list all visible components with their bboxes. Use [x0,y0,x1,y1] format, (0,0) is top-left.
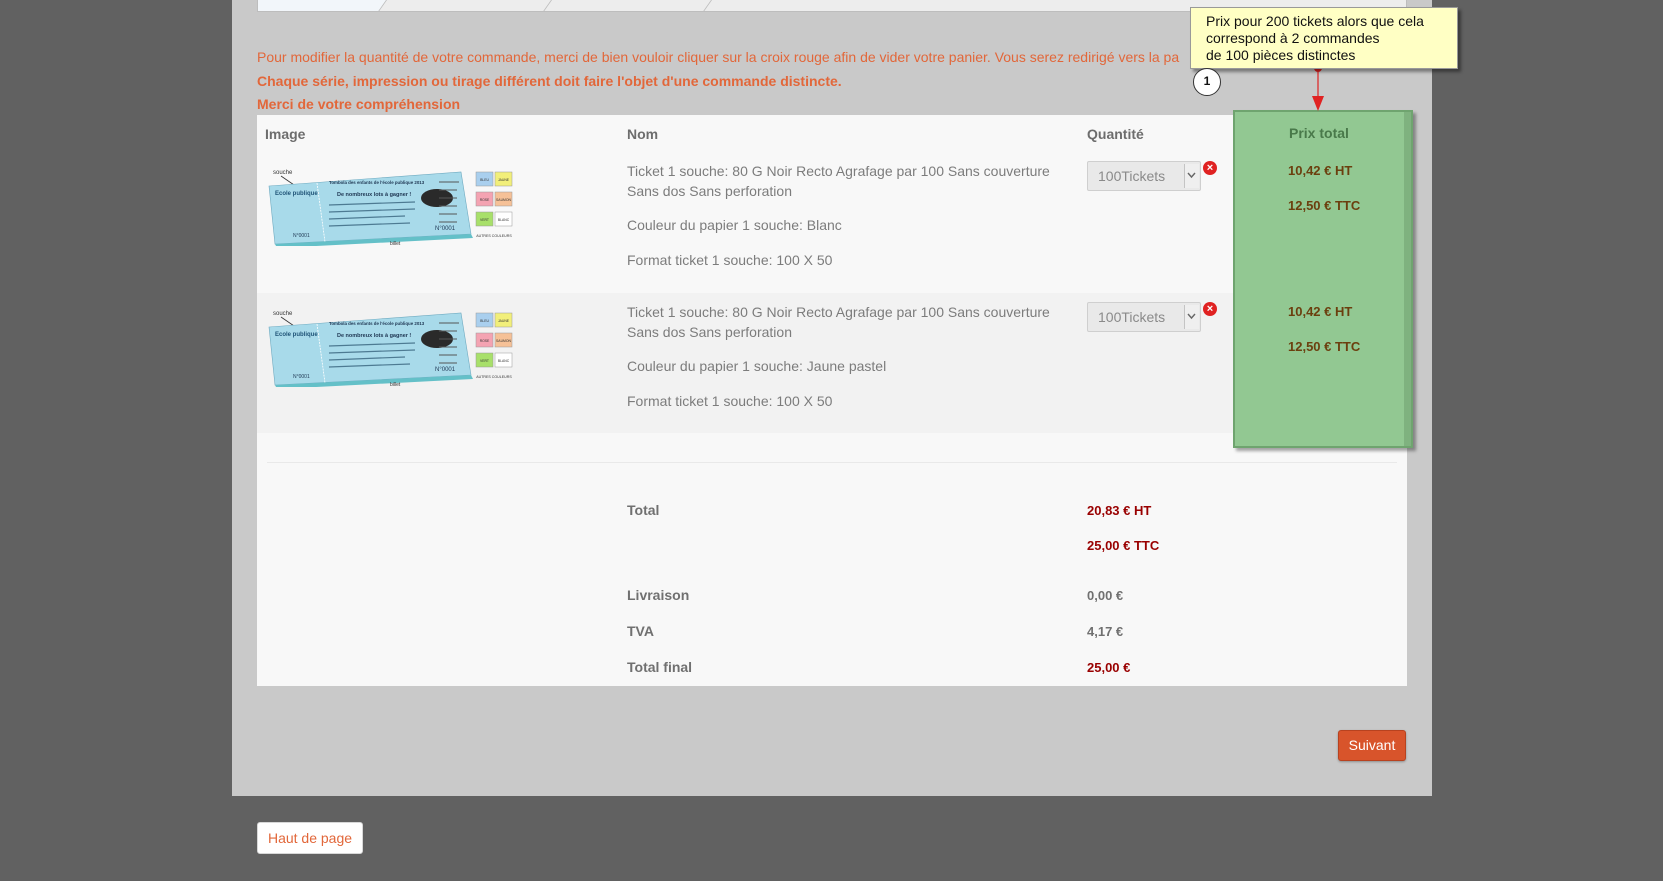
quantity-select[interactable]: 100Tickets [1087,161,1201,191]
swatch-label: ROSE [480,198,490,202]
total-label: Total [627,502,660,518]
swatch-label: BLEU [480,319,489,323]
vat-label: TVA [627,623,654,639]
product-image: souche Ecole publique Tombola des enfant… [268,311,512,387]
ticket-subheading-text: De nombreux lots à gagner ! [337,333,411,339]
product-name: Ticket 1 souche: 80 G Noir Recto Agrafag… [627,304,1050,340]
final-total-value: 25,00 € [1087,660,1131,675]
column-header-total-price: Prix total [1289,125,1349,141]
row-price-ttc: 12,50 € TTC [1288,198,1361,213]
ticket-subheading-text: De nombreux lots à gagner ! [337,192,411,198]
column-header-image: Image [265,126,306,142]
swatch-footer: AUTRES COULEURS [476,375,512,379]
swatch-label: VERT [480,359,489,363]
product-image: souche Ecole publique Tombola des enfant… [268,170,512,246]
divider [267,462,1397,463]
row-price-ht: 10,42 € HT [1288,304,1353,319]
notice-modify-quantity: Pour modifier la quantité de votre comma… [257,49,1180,65]
swatch-label: VERT [480,218,489,222]
swatch-label: ROSE [480,339,490,343]
step-tab-active[interactable] [258,0,387,11]
ticket-number-text: N°0001 [435,226,456,232]
ticket-heading-text: Tombola des enfants de l'école publique … [329,180,425,185]
product-color: Couleur du papier 1 souche: Blanc [627,217,842,233]
swatch-label: JAUNE [498,319,510,323]
step-tab[interactable] [377,0,552,11]
notice-separate-orders: Chaque série, impression ou tirage diffé… [257,73,842,89]
ticket-label: billet [390,241,401,246]
ticket-school-text: Ecole publique [275,191,318,197]
swatch-label: BLEU [480,178,489,182]
column-header-name: Nom [627,126,659,142]
back-to-top-button[interactable]: Haut de page [257,822,363,854]
row-price-ttc: 12,50 € TTC [1288,339,1361,354]
ticket-school-text: Ecole publique [275,332,318,338]
remove-icon[interactable]: × [1203,302,1217,316]
chevron-down-icon [1184,164,1199,188]
swatch-label: BLANC [498,218,510,222]
stub-label: souche [273,170,293,176]
stub-number-text: N°0001 [293,233,310,239]
price-total-highlight: Prix total 10,42 € HT 12,50 € TTC 10,42 … [1233,110,1413,448]
notice-thanks: Merci de votre compréhension [257,96,461,112]
swatch-label: SAUMON [496,198,511,202]
annotation-callout: Prix pour 200 tickets alors que cela cor… [1190,7,1458,69]
total-ht: 20,83 € HT [1087,503,1152,518]
arrow-down-icon [1312,64,1324,111]
final-total-label: Total final [627,659,693,675]
swatch-label: BLANC [498,359,510,363]
product-name: Ticket 1 souche: 80 G Noir Recto Agrafag… [627,163,1050,199]
shipping-label: Livraison [627,587,690,603]
product-format: Format ticket 1 souche: 100 X 50 [627,393,833,409]
remove-icon[interactable]: × [1203,161,1217,175]
vat-value: 4,17 € [1087,624,1124,639]
product-format: Format ticket 1 souche: 100 X 50 [627,252,833,268]
quantity-select[interactable]: 100Tickets [1087,302,1201,332]
shipping-value: 0,00 € [1087,588,1124,603]
column-header-quantity: Quantité [1087,126,1144,142]
ticket-label: billet [390,382,401,387]
total-ttc: 25,00 € TTC [1087,538,1160,553]
annotation-badge: 1 [1193,68,1221,96]
step-tab[interactable] [542,0,712,11]
stub-label: souche [273,311,293,317]
product-color: Couleur du papier 1 souche: Jaune pastel [627,358,887,374]
swatch-footer: AUTRES COULEURS [476,234,512,238]
stub-number-text: N°0001 [293,374,310,380]
ticket-heading-text: Tombola des enfants de l'école publique … [329,321,425,326]
swatch-label: SAUMON [496,339,511,343]
chevron-down-icon [1184,305,1199,329]
swatch-label: JAUNE [498,178,510,182]
next-button[interactable]: Suivant [1338,730,1406,761]
ticket-number-text: N°0001 [435,367,456,373]
row-price-ht: 10,42 € HT [1288,163,1353,178]
